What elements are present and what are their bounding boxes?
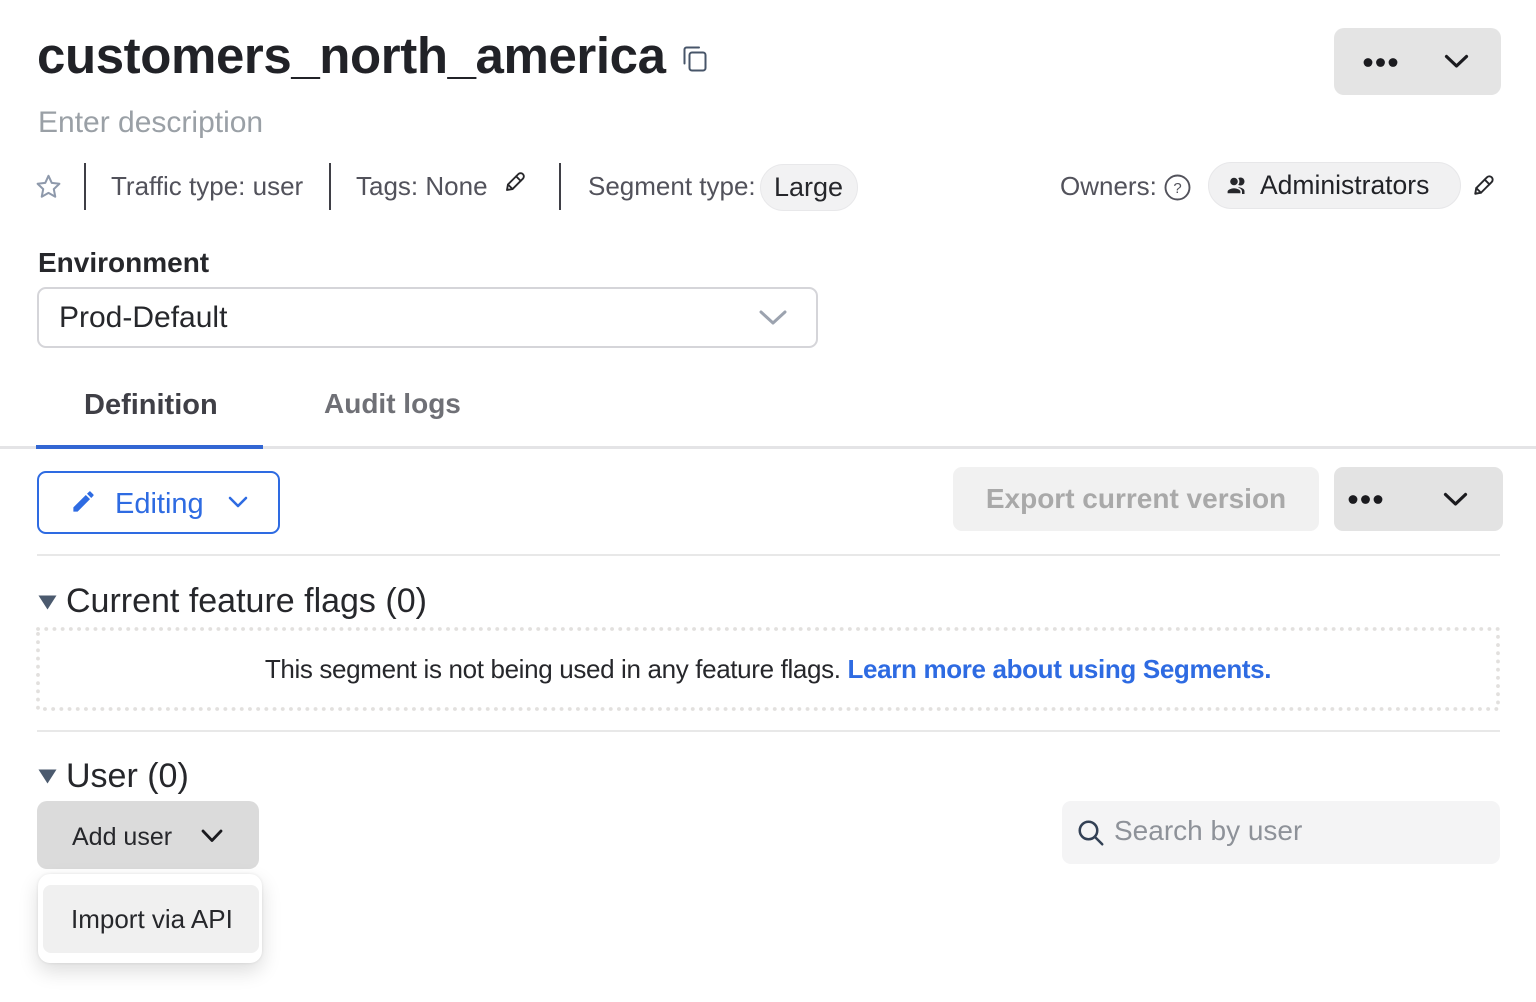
svg-text:?: ? [1173,180,1181,197]
